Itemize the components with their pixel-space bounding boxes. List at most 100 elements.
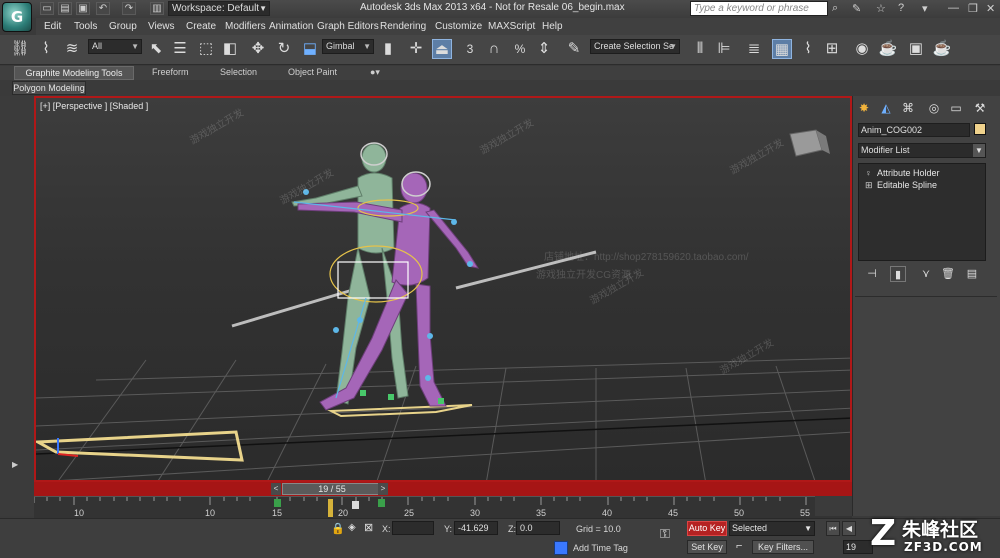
project-folder-icon[interactable]: ▥ [150, 2, 164, 15]
viewport-label[interactable]: [+] [Perspective ] [Shaded ] [40, 101, 148, 111]
current-frame-field[interactable]: 19 [843, 540, 873, 554]
app-logo-button[interactable]: G [2, 2, 32, 32]
spline-control-feet[interactable] [327, 404, 473, 418]
create-tab-icon[interactable]: ✸ [855, 99, 873, 117]
search-input[interactable]: Type a keyword or phrase [690, 1, 828, 16]
render-production-icon[interactable]: ☕ [932, 39, 952, 59]
menu-group[interactable]: Group [109, 21, 137, 32]
menu-rendering[interactable]: Rendering [380, 21, 426, 32]
communication-center-icon[interactable]: ✎ [852, 2, 861, 15]
close-icon[interactable]: ✕ [986, 2, 995, 15]
absolute-mode-icon[interactable]: ⊠ [364, 521, 373, 534]
rendered-frame-window-icon[interactable]: ▣ [906, 39, 926, 59]
perspective-viewport[interactable]: [+] [Perspective ] [Shaded ] 游戏独立开发 游戏独立… [34, 96, 852, 482]
previous-frame-icon[interactable]: < [271, 483, 281, 495]
scene-canvas[interactable] [36, 98, 852, 482]
next-frame-icon[interactable]: > [378, 483, 388, 495]
time-slider[interactable]: 19 / 55 [282, 483, 382, 495]
menu-edit[interactable]: Edit [44, 21, 61, 32]
key-marker[interactable] [378, 499, 385, 507]
mini-curve-editor-toggle[interactable] [815, 496, 852, 516]
selection-lock-icon[interactable]: 🔒 [331, 522, 345, 535]
favorites-star-icon[interactable]: ☆ [876, 2, 886, 15]
undo-icon[interactable]: ↶ [96, 2, 110, 15]
select-manipulate-icon[interactable]: ✛ [406, 39, 426, 59]
object-name-field[interactable]: Anim_COG002 [858, 123, 970, 137]
angle-snap-icon[interactable]: ∩ [484, 39, 504, 59]
menu-tools[interactable]: Tools [74, 21, 97, 32]
modifier-stack[interactable]: ♀ Attribute Holder ⊞ Editable Spline [858, 163, 986, 261]
help-dropdown-icon[interactable]: ▾ [922, 2, 928, 15]
ribbon-options-icon[interactable]: ●▾ [370, 67, 380, 78]
menu-create[interactable]: Create [186, 21, 216, 32]
pin-stack-icon[interactable]: ⊣ [864, 266, 880, 282]
align-icon[interactable]: ⊫ [714, 39, 734, 59]
tab-polygon-modeling[interactable]: Polygon Modeling [12, 81, 86, 95]
move-icon[interactable]: ✥ [248, 39, 268, 59]
edit-named-selection-icon[interactable]: ✎ [564, 39, 584, 59]
tab-graphite-modeling-tools[interactable]: Graphite Modeling Tools [14, 66, 134, 80]
utilities-tab-icon[interactable]: ⚒ [971, 99, 989, 117]
menu-views[interactable]: Views [148, 21, 175, 32]
select-link-icon[interactable]: ⛓ [10, 39, 30, 59]
z-coordinate-field[interactable]: 0.0 [516, 521, 560, 535]
schematic-view-icon[interactable]: ⊞ [822, 39, 842, 59]
save-file-icon[interactable]: ▣ [76, 2, 90, 15]
track-bar[interactable] [33, 496, 852, 518]
restore-icon[interactable]: ❐ [968, 2, 978, 15]
lightbulb-icon[interactable]: ♀ [865, 167, 872, 179]
selection-filter-dropdown[interactable]: All ▼ [88, 39, 142, 54]
modify-tab-icon[interactable]: ◭ [877, 99, 895, 117]
go-to-start-icon[interactable]: ⏮ [826, 521, 840, 536]
rect-selection-icon[interactable]: ⬚ [196, 39, 216, 59]
help-icon[interactable]: ? [898, 2, 904, 14]
material-editor-icon[interactable]: ◉ [852, 39, 872, 59]
graphite-toolbar-toggle-icon[interactable]: ▦ [772, 39, 792, 59]
pivot-center-icon[interactable]: ▮ [378, 39, 398, 59]
scale-icon[interactable]: ⬓ [300, 39, 320, 59]
mirror-icon[interactable]: ⫴ [690, 39, 710, 59]
bind-space-warp-icon[interactable]: ≋ [62, 39, 82, 59]
spinner-snap-icon[interactable]: ⇕ [534, 39, 554, 59]
expand-arrow-icon[interactable]: ▶ [12, 460, 18, 469]
render-setup-icon[interactable]: ☕ [878, 39, 898, 59]
select-object-icon[interactable]: ⬉ [146, 39, 166, 59]
key-filters-button[interactable]: Key Filters... [752, 540, 814, 554]
tab-object-paint[interactable]: Object Paint [288, 67, 337, 77]
auto-key-button[interactable]: Auto Key [687, 521, 727, 536]
unlink-icon[interactable]: ⌇ [36, 39, 56, 59]
previous-frame-button-icon[interactable]: ◀ [842, 521, 856, 536]
minimize-icon[interactable]: — [948, 2, 959, 14]
menu-animation[interactable]: Animation [269, 21, 313, 32]
modifier-list-dropdown[interactable]: Modifier List ▼ [858, 143, 986, 158]
time-slider-track[interactable] [34, 482, 852, 496]
set-key-mode-icon[interactable]: ⚿ [660, 526, 670, 542]
add-time-tag-button[interactable]: Add Time Tag [573, 543, 628, 553]
search-icon[interactable]: ⌕ [832, 2, 838, 15]
show-end-result-icon[interactable]: ▮ [890, 266, 906, 282]
motion-tab-icon[interactable]: ◎ [925, 99, 943, 117]
key-marker[interactable] [352, 501, 359, 509]
percent-snap-icon[interactable]: % [510, 39, 530, 59]
set-key-button[interactable]: Set Key [687, 540, 727, 554]
add-time-tag-icon[interactable] [554, 541, 568, 555]
configure-sets-icon[interactable]: ▤ [964, 266, 980, 282]
workspace-dropdown[interactable]: Workspace: Default ▼ [168, 1, 270, 16]
layer-manager-icon[interactable]: ≣ [744, 39, 764, 59]
remove-modifier-icon[interactable]: 🗑 [940, 266, 956, 282]
redo-icon[interactable]: ↷ [122, 2, 136, 15]
menu-customize[interactable]: Customize [435, 21, 482, 32]
x-coordinate-field[interactable] [392, 521, 434, 535]
new-file-icon[interactable]: ▭ [40, 2, 54, 15]
tab-freeform[interactable]: Freeform [152, 67, 189, 77]
key-tangent-icon[interactable]: ⌐ [736, 540, 742, 552]
tab-selection[interactable]: Selection [220, 67, 257, 77]
menu-help[interactable]: Help [542, 21, 563, 32]
current-frame-marker[interactable] [328, 499, 333, 517]
key-marker[interactable] [274, 499, 281, 507]
object-color-swatch[interactable] [974, 123, 986, 135]
make-unique-icon[interactable]: ⋎ [918, 266, 934, 282]
display-tab-icon[interactable]: ▭ [947, 99, 965, 117]
ref-coord-dropdown[interactable]: Gimbal ▼ [322, 39, 374, 54]
y-coordinate-field[interactable]: -41.629 [454, 521, 498, 535]
